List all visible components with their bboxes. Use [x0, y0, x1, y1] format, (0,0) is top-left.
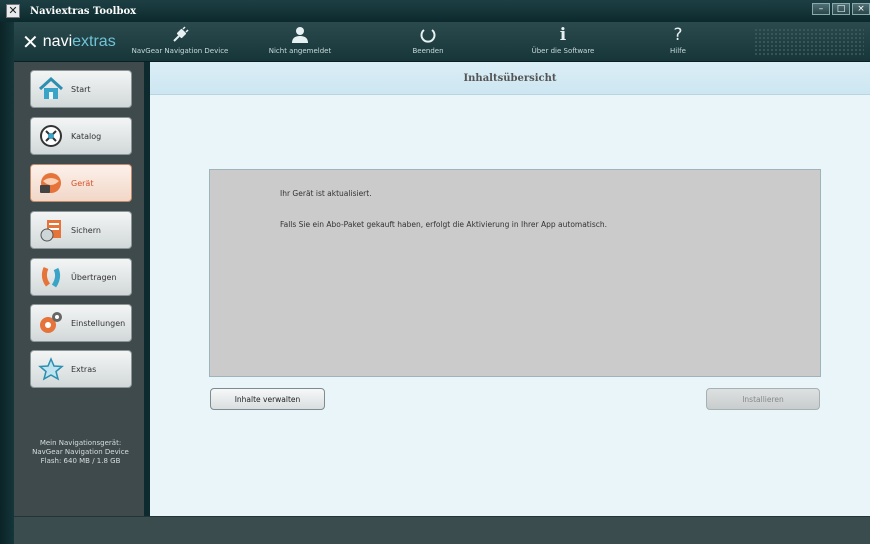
- toolbar-login-label: Nicht angemeldet: [268, 47, 332, 55]
- status-message: Ihr Gerät ist aktualisiert.: [280, 189, 372, 198]
- power-icon: [378, 24, 478, 46]
- home-icon: [37, 75, 65, 103]
- device-info-heading: Mein Navigationsgerät:: [39, 439, 122, 447]
- toolbar-about-label: Über die Software: [531, 47, 595, 55]
- sidebar: Start Katalog Gerät Sichern Übertragen E…: [14, 62, 147, 516]
- device-info: Mein Navigationsgerät: NavGear Navigatio…: [14, 439, 147, 466]
- sidebar-item-label: Übertragen: [71, 272, 117, 282]
- sidebar-item-label: Start: [71, 84, 91, 94]
- toolbar-help[interactable]: ? Hilfe: [628, 24, 728, 55]
- sidebar-item-katalog[interactable]: Katalog: [30, 117, 132, 155]
- close-button[interactable]: ×: [852, 3, 870, 15]
- transfer-icon: [37, 263, 65, 291]
- backup-icon: [37, 216, 65, 244]
- activation-message: Falls Sie ein Abo-Paket gekauft haben, e…: [280, 220, 608, 229]
- install-button[interactable]: Installieren: [706, 388, 820, 410]
- minimize-button[interactable]: –: [812, 3, 830, 15]
- toolbar-about[interactable]: i Über die Software: [508, 24, 618, 55]
- naviextras-logo: ✕ naviextras: [22, 30, 116, 54]
- toolbar-help-label: Hilfe: [670, 47, 686, 55]
- app-icon: ✕: [6, 4, 20, 18]
- title-bar: ✕ Naviextras Toolbox – □ ×: [0, 0, 870, 22]
- status-message-box: Ihr Gerät ist aktualisiert. Falls Sie ei…: [209, 169, 821, 377]
- toolbar-pattern: [754, 28, 864, 56]
- logo-x-icon: ✕: [22, 30, 39, 54]
- maximize-button[interactable]: □: [832, 3, 850, 15]
- sidebar-item-uebertragen[interactable]: Übertragen: [30, 258, 132, 296]
- toolbar-device-label: NavGear Navigation Device: [131, 47, 229, 55]
- device-info-name: NavGear Navigation Device: [32, 448, 129, 456]
- toolbar-login[interactable]: Nicht angemeldet: [250, 24, 350, 55]
- window-left-edge: [0, 22, 14, 544]
- sidebar-item-start[interactable]: Start: [30, 70, 132, 108]
- sidebar-item-label: Gerät: [71, 178, 94, 188]
- star-icon: [37, 355, 65, 383]
- catalog-icon: [37, 122, 65, 150]
- device-icon: [37, 169, 65, 197]
- device-info-flash: Flash: 640 MB / 1.8 GB: [40, 457, 121, 465]
- info-icon: i: [559, 25, 567, 45]
- sidebar-item-label: Extras: [71, 364, 97, 374]
- window-controls: – □ ×: [812, 3, 870, 15]
- toolbar-device[interactable]: NavGear Navigation Device: [130, 24, 230, 55]
- sidebar-item-label: Sichern: [71, 225, 101, 235]
- sidebar-item-label: Einstellungen: [71, 318, 126, 328]
- toolbar-quit[interactable]: Beenden: [378, 24, 478, 55]
- top-toolbar: ✕ naviextras NavGear Navigation Device N…: [14, 22, 870, 62]
- sidebar-item-geraet[interactable]: Gerät: [30, 164, 132, 202]
- sidebar-item-einstellungen[interactable]: Einstellungen: [30, 304, 132, 342]
- help-icon: ?: [673, 25, 683, 45]
- main-content: Inhaltsübersicht Ihr Gerät ist aktualisi…: [150, 62, 870, 516]
- content-header: Inhaltsübersicht: [150, 62, 870, 95]
- toolbar-quit-label: Beenden: [412, 47, 444, 55]
- sidebar-item-extras[interactable]: Extras: [30, 350, 132, 388]
- sidebar-item-label: Katalog: [71, 131, 102, 141]
- settings-icon: [37, 309, 65, 337]
- window-title: Naviextras Toolbox: [30, 5, 137, 17]
- page-title: Inhaltsübersicht: [463, 72, 557, 84]
- plug-icon: [130, 24, 230, 46]
- user-icon: [250, 24, 350, 46]
- status-bar: [14, 516, 870, 544]
- manage-content-button[interactable]: Inhalte verwalten: [210, 388, 325, 410]
- sidebar-item-sichern[interactable]: Sichern: [30, 211, 132, 249]
